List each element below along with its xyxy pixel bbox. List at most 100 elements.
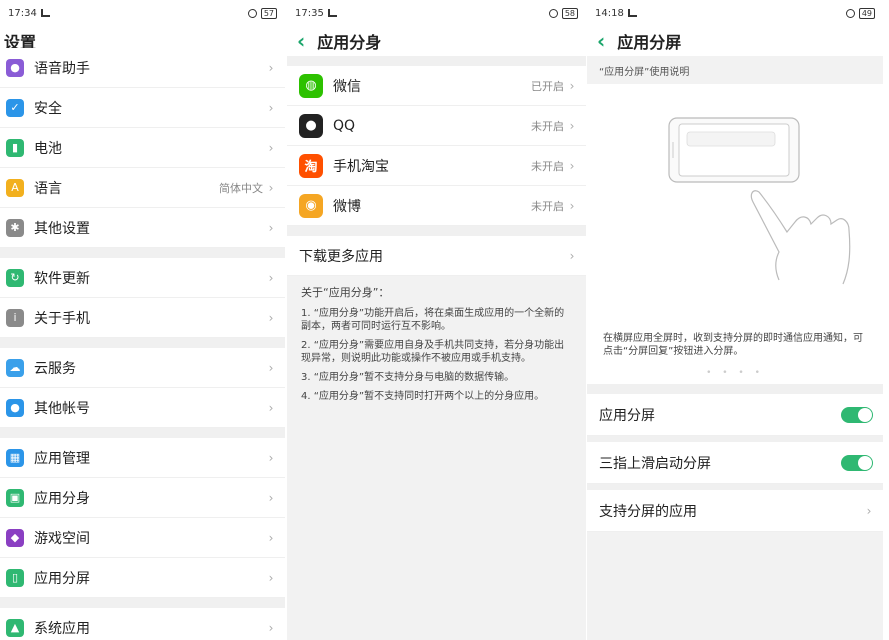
- settings-row-label: 安全: [34, 100, 62, 117]
- settings-row-label: 应用分屏: [34, 570, 90, 587]
- settings-row[interactable]: ✓ 安全 ›: [0, 88, 285, 128]
- app-clone-row[interactable]: 淘手机淘宝 未开启 ›: [287, 146, 586, 186]
- settings-row[interactable]: A 语言 简体中文 ›: [0, 168, 285, 208]
- page-header: ‹ 应用分身: [287, 26, 586, 56]
- app-name: 微博: [333, 198, 361, 215]
- chevron-right-icon: ›: [268, 620, 274, 635]
- app-clone-row[interactable]: ● QQ 未开启 ›: [287, 106, 586, 146]
- status-time: 17:35: [295, 7, 324, 19]
- settings-row-label: 其他设置: [34, 220, 90, 237]
- phone-hand-illustration: [668, 117, 851, 285]
- qq-icon: ●: [299, 113, 323, 138]
- settings-row[interactable]: ◆ 游戏空间 ›: [0, 518, 285, 558]
- status-time: 14:18: [595, 7, 624, 19]
- download-more-apps-row[interactable]: 下载更多应用 ›: [287, 236, 586, 276]
- settings-row-label: 其他帐号: [34, 400, 90, 417]
- app-clone-status: 已开启: [531, 79, 564, 93]
- chevron-right-icon: ›: [268, 530, 274, 545]
- location-icon: [247, 8, 257, 18]
- app-name: 微信: [333, 78, 361, 95]
- android-icon: ▲: [6, 618, 24, 637]
- divider: [0, 248, 285, 258]
- weibo-icon: ◉: [299, 193, 323, 218]
- location-icon: [845, 8, 855, 18]
- settings-row[interactable]: ▣ 应用分身 ›: [0, 478, 285, 518]
- chevron-right-icon: ›: [569, 198, 575, 213]
- settings-row[interactable]: ● 其他帐号 ›: [0, 388, 285, 428]
- gear-icon: ✱: [6, 218, 24, 237]
- settings-row[interactable]: ☁ 云服务 ›: [0, 348, 285, 388]
- settings-row[interactable]: ● 语音助手 ›: [0, 48, 285, 88]
- taobao-icon: 淘: [299, 153, 323, 178]
- chevron-right-icon: ›: [268, 270, 274, 285]
- settings-row-label: 软件更新: [34, 270, 90, 287]
- screens: 17:34 57 设置 ● 语音助手 › ✓ 安全 › ▮ 电池 › A 语言 简体中文 › ✱ 其他设置 ›…: [0, 0, 889, 640]
- three-finger-toggle[interactable]: [841, 454, 873, 471]
- settings-list: ● 语音助手 › ✓ 安全 › ▮ 电池 › A 语言 简体中文 › ✱ 其他设置 › ↻ 软件更新 › i 关于手机 ›…: [0, 48, 285, 640]
- note-item: 3. “应用分身”暂不支持分身与电脑的数据传输。: [301, 372, 515, 383]
- settings-row[interactable]: ▲ 系统应用 ›: [0, 608, 285, 640]
- settings-row-label: 应用分身: [34, 490, 90, 507]
- chevron-right-icon: ›: [268, 60, 274, 75]
- settings-row[interactable]: ✱ 其他设置 ›: [0, 208, 285, 248]
- chevron-right-icon: ›: [268, 570, 274, 585]
- settings-row-label: 语音助手: [34, 60, 90, 77]
- app-clone-status: 未开启: [531, 119, 564, 133]
- divider: [287, 56, 586, 66]
- info-icon: i: [6, 308, 24, 327]
- language-icon: A: [6, 178, 24, 197]
- signal-icon: [327, 9, 337, 17]
- chevron-right-icon: ›: [569, 158, 575, 173]
- notes-section: 关于“应用分身”： 1. “应用分身”功能开启后，将在桌面生成应用的一个全新的副…: [287, 276, 586, 419]
- chevron-right-icon: ›: [866, 503, 872, 518]
- split-screen-screen: 14:18 49 ‹ 应用分屏 “应用分屏”使用说明 在横屏应用全屏时，收到支持…: [587, 0, 883, 640]
- divider: [0, 428, 285, 438]
- divider: [587, 384, 883, 394]
- settings-screen: 17:34 57 设置 ● 语音助手 › ✓ 安全 › ▮ 电池 › A 语言 简体中文 › ✱ 其他设置 ›…: [0, 0, 285, 640]
- chevron-right-icon: ›: [268, 220, 274, 235]
- person-icon: ●: [6, 398, 24, 417]
- split-screen-label: 应用分屏: [599, 407, 655, 424]
- settings-row-label: 云服务: [34, 360, 76, 377]
- status-bar: 17:35 58: [287, 0, 586, 26]
- settings-row-value: 简体中文: [219, 181, 263, 195]
- status-time: 17:34: [8, 7, 37, 19]
- settings-row-label: 应用管理: [34, 450, 90, 467]
- game-space-icon: ◆: [6, 528, 24, 547]
- split-screen-icon: ▯: [6, 568, 24, 587]
- chevron-right-icon: ›: [569, 78, 575, 93]
- chevron-right-icon: ›: [268, 180, 274, 195]
- page-title: 应用分身: [317, 33, 382, 52]
- supported-apps-row[interactable]: 支持分屏的应用 ›: [587, 490, 883, 532]
- app-clone-row[interactable]: ◍ 微信 已开启 ›: [287, 66, 586, 106]
- settings-row[interactable]: ▦ 应用管理 ›: [0, 438, 285, 478]
- settings-row[interactable]: i 关于手机 ›: [0, 298, 285, 338]
- app-grid-icon: ▦: [6, 448, 24, 467]
- app-clone-row[interactable]: ◉ 微博 未开启 ›: [287, 186, 586, 226]
- settings-row[interactable]: ▯ 应用分屏 ›: [0, 558, 285, 598]
- settings-row[interactable]: ↻ 软件更新 ›: [0, 258, 285, 298]
- chevron-right-icon: ›: [569, 118, 575, 133]
- chevron-right-icon: ›: [569, 248, 575, 263]
- chevron-right-icon: ›: [268, 310, 274, 325]
- app-clone-screen: 17:35 58 ‹ 应用分身 ◍ 微信 已开启 › ● QQ 未开启 › 淘手机淘宝 未开启 › ◉…: [287, 0, 586, 640]
- split-screen-toggle[interactable]: [841, 406, 873, 423]
- page-header: ‹ 应用分屏: [587, 26, 883, 56]
- settings-row[interactable]: ▮ 电池 ›: [0, 128, 285, 168]
- three-finger-toggle-row: 三指上滑启动分屏: [587, 442, 883, 484]
- battery-level: 57: [260, 7, 277, 19]
- app-clone-icon: ▣: [6, 488, 24, 507]
- supported-apps-label: 支持分屏的应用: [599, 503, 697, 520]
- three-finger-label: 三指上滑启动分屏: [599, 455, 711, 472]
- chevron-right-icon: ›: [268, 490, 274, 505]
- settings-row-label: 电池: [34, 140, 62, 157]
- back-chevron-icon[interactable]: ‹: [297, 31, 305, 51]
- page-indicator: • • • •: [706, 368, 764, 378]
- back-chevron-icon[interactable]: ‹: [597, 31, 605, 51]
- divider: [0, 338, 285, 348]
- settings-row-label: 游戏空间: [34, 530, 90, 547]
- status-bar: 17:34 57: [0, 0, 285, 26]
- cloud-icon: ☁: [6, 358, 24, 377]
- divider: [287, 226, 586, 236]
- app-clone-status: 未开启: [531, 159, 564, 173]
